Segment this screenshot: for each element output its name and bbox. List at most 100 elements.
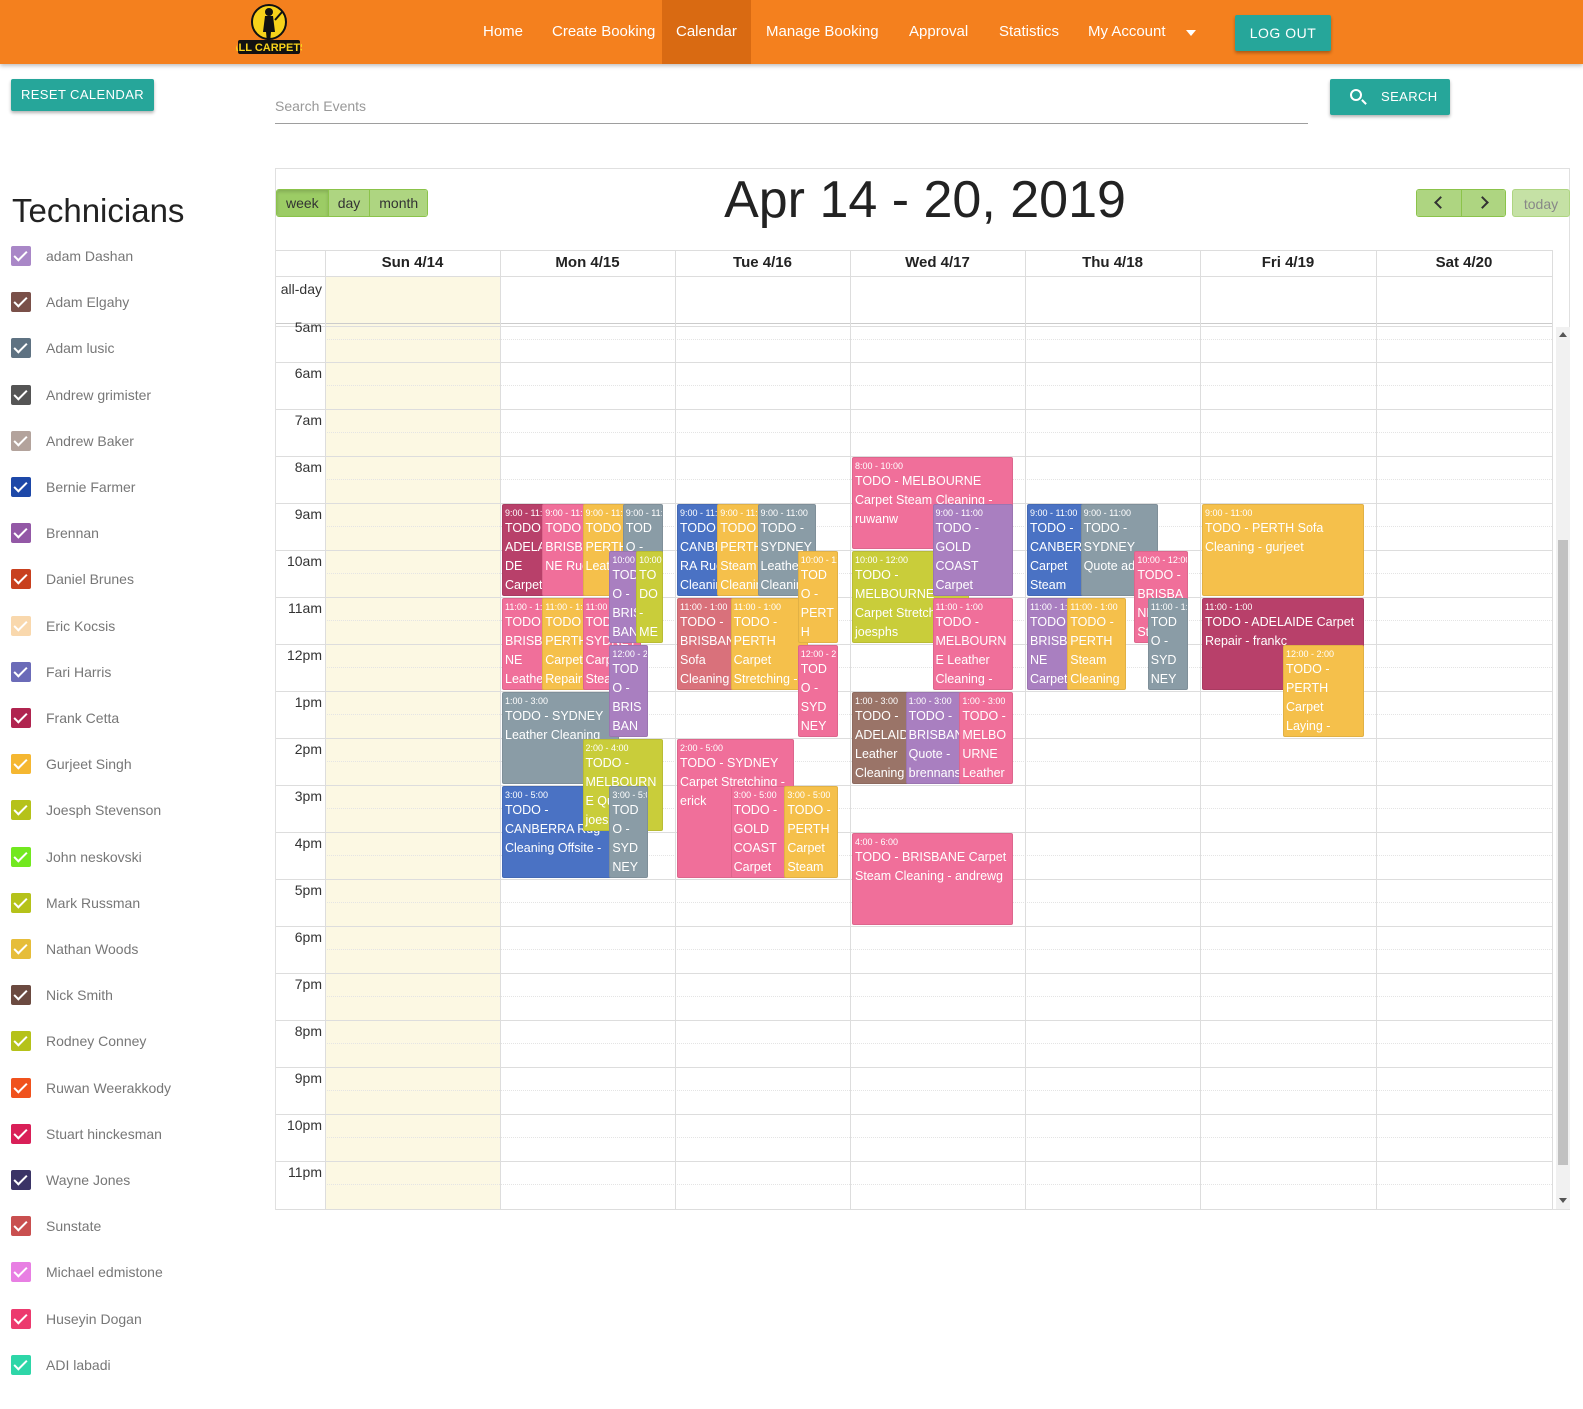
day-header: Sun 4/14 <box>381 254 444 271</box>
checkbox-checked-icon[interactable] <box>11 430 31 451</box>
event-time: 10:00 - 12:00 <box>800 555 837 565</box>
time-label: 5pm <box>294 882 322 898</box>
time-label: 8am <box>294 459 322 475</box>
calendar-event[interactable]: 12:00 - 2:00 TODO - SYDNEY Sofa Cleaning <box>797 645 838 737</box>
grid-line <box>276 326 1552 327</box>
calendar-event[interactable]: 3:00 - 5:00 TODO - PERTH Carpet Steam <box>784 786 838 878</box>
time-label: 9am <box>294 506 322 522</box>
time-label: 11am <box>288 600 322 616</box>
calendar-event[interactable]: 9:00 - 11:00 TODO - GOLD COAST Carpet <box>932 504 1013 596</box>
logout-button[interactable]: LOG OUT <box>1235 15 1331 51</box>
checkbox-checked-icon[interactable] <box>11 708 31 728</box>
nav-approval[interactable]: Approval <box>895 0 982 64</box>
view-day-button[interactable]: day <box>328 190 371 216</box>
nav-calendar[interactable]: Calendar <box>662 0 751 64</box>
technician-name: Ruwan Weerakkody <box>46 1079 172 1096</box>
next-week-button[interactable] <box>1461 190 1505 216</box>
calendar-event[interactable]: 11:00 - 1:00 TODO - SYDNEY Steam <box>1147 598 1188 690</box>
nav-my-account[interactable]: My Account <box>1074 0 1180 64</box>
event-time: 11:00 - 1:00 <box>733 602 782 612</box>
technician-name: Joesph Stevenson <box>46 802 162 819</box>
calendar-event[interactable]: 12:00 - 2:00 TODO - PERTH Carpet Laying - <box>1283 645 1364 737</box>
grid-line <box>276 250 1552 251</box>
prev-week-button[interactable] <box>1417 190 1461 216</box>
technician-name: Wayne Jones <box>46 1172 131 1188</box>
checkbox-checked-icon[interactable] <box>11 1262 31 1283</box>
checkbox-checked-icon[interactable] <box>11 523 31 544</box>
event-time: 1:00 - 3:00 <box>962 696 1006 706</box>
checkbox-checked-icon[interactable] <box>11 892 31 913</box>
day-column-line <box>500 250 501 1209</box>
top-navbar: ALL CARPETS Home Create Booking Calendar… <box>0 0 1583 64</box>
event-title: TODO - PERTH Carpet Stretching - gurjeet <box>733 615 798 686</box>
day-header: Mon 4/15 <box>555 254 620 271</box>
calendar-event[interactable]: 10:00 - 12:00 TODO - MELBOURNE Carpet <box>636 551 663 643</box>
day-column-line <box>1376 250 1377 1209</box>
checkbox-checked-icon[interactable] <box>11 754 31 775</box>
checkbox-checked-icon[interactable] <box>11 1216 31 1237</box>
checkbox-checked-icon[interactable] <box>11 939 31 959</box>
day-header: Thu 4/18 <box>1082 254 1143 271</box>
calendar-event[interactable]: 3:00 - 5:00 TODO - SYDNEY Leather Cleanin… <box>609 786 649 878</box>
technician-name: adam Dashan <box>46 248 134 264</box>
checkbox-checked-icon[interactable] <box>11 292 31 313</box>
calendar-event[interactable]: 12:00 - 2:00 TODO - BRISBANE Carpet Stret… <box>609 645 649 737</box>
search-events-input[interactable] <box>275 88 1308 124</box>
calendar-event[interactable]: 11:00 - 1:00 TODO - PERTH Steam Cleaning <box>1067 598 1126 690</box>
time-label: 7pm <box>294 976 322 992</box>
day-column-line <box>325 250 326 1209</box>
view-week-button[interactable]: week <box>277 190 329 216</box>
checkbox-checked-icon[interactable] <box>11 800 31 821</box>
technician-name: Bernie Farmer <box>46 479 136 495</box>
reset-calendar-button[interactable]: RESET CALENDAR <box>11 79 154 111</box>
scrollbar-thumb[interactable] <box>1558 540 1568 1165</box>
checkbox-checked-icon[interactable] <box>11 1031 31 1052</box>
checkbox-checked-icon[interactable] <box>11 1308 31 1329</box>
calendar-event[interactable]: 11:00 - 1:00 TODO - PERTH Carpet Stretchi… <box>730 598 809 690</box>
calendar-event[interactable]: 1:00 - 3:00 TODO - MELBOURNE Leather Clea… <box>959 692 1013 784</box>
checkbox-checked-icon[interactable] <box>11 1077 31 1098</box>
calendar-event[interactable]: 11:00 - 1:00 TODO - MELBOURNE Leather Cle… <box>932 598 1013 690</box>
time-label: 2pm <box>294 741 322 757</box>
checkbox-checked-icon[interactable] <box>11 661 31 682</box>
event-title: TODO - MELBOURNE Leather Cleaning - <box>935 615 1007 686</box>
scroll-up-arrow-icon[interactable] <box>1559 332 1567 337</box>
chevron-down-icon[interactable] <box>1186 30 1196 36</box>
nav-home[interactable]: Home <box>469 0 537 64</box>
checkbox-checked-icon[interactable] <box>11 338 31 359</box>
calendar-event[interactable]: 10:00 - 12:00 TODO - PERTH Sofa <box>797 551 838 643</box>
time-label: 10am <box>286 553 322 569</box>
search-button[interactable]: SEARCH <box>1330 79 1450 115</box>
checkbox-checked-icon[interactable] <box>11 615 31 636</box>
all-carpets-logo[interactable]: ALL CARPETS <box>236 2 302 62</box>
checkbox-checked-icon[interactable] <box>11 1123 31 1144</box>
time-label: 8pm <box>294 1023 322 1039</box>
day-column-line <box>850 250 851 1209</box>
view-month-button[interactable]: month <box>370 190 428 216</box>
calendar-event[interactable]: 4:00 - 6:00 TODO - BRISBANE Carpet Steam … <box>852 833 1013 925</box>
checkbox-checked-icon[interactable] <box>11 846 31 867</box>
technician-name: Adam lusic <box>46 340 115 357</box>
grid-line <box>276 1209 1552 1210</box>
checkbox-checked-icon[interactable] <box>11 246 31 266</box>
checkbox-checked-icon[interactable] <box>11 569 31 590</box>
half-hour-line <box>325 339 1552 340</box>
checkbox-checked-icon[interactable] <box>11 1354 31 1375</box>
calendar-event[interactable]: 9:00 - 11:00 TODO - PERTH Sofa Cleaning -… <box>1202 504 1364 596</box>
event-title: TODO - PERTH Sofa Cleaning - gurjeet <box>1205 521 1324 554</box>
today-button[interactable]: today <box>1512 189 1570 217</box>
checkbox-checked-icon[interactable] <box>11 985 31 1006</box>
nav-create-booking[interactable]: Create Booking <box>538 0 669 64</box>
scroll-down-arrow-icon[interactable] <box>1559 1198 1567 1203</box>
checkbox-checked-icon[interactable] <box>11 384 31 405</box>
checkbox-checked-icon[interactable] <box>11 1170 31 1190</box>
event-time: 9:00 - 11:00 <box>1205 508 1253 518</box>
technician-name: Nick Smith <box>46 987 113 1004</box>
half-hour-line <box>325 1090 1552 1091</box>
nav-manage-booking[interactable]: Manage Booking <box>752 0 893 64</box>
day-header: Fri 4/19 <box>1261 254 1315 271</box>
technician-name: Andrew Baker <box>46 432 134 449</box>
checkbox-checked-icon[interactable] <box>11 477 31 497</box>
nav-statistics[interactable]: Statistics <box>985 0 1073 64</box>
hour-line <box>276 926 1552 927</box>
